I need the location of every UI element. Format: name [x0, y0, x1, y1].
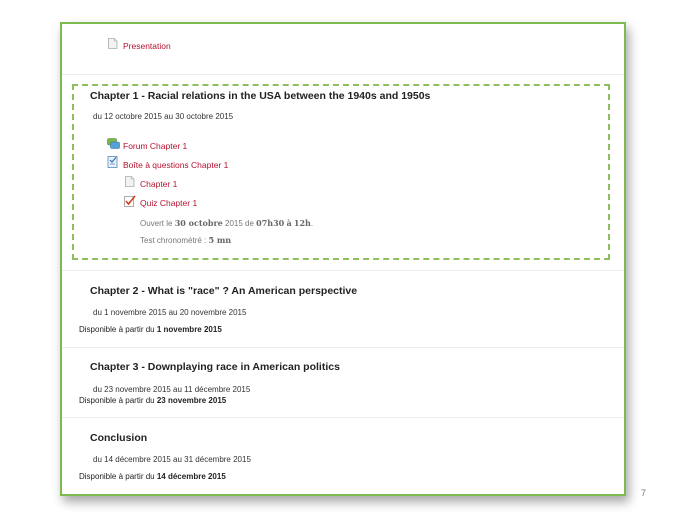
chapter-2-dates: du 1 novembre 2015 au 20 novembre 2015 [93, 308, 247, 317]
questionnaire-icon [107, 156, 118, 168]
chapter-3-dates: du 23 novembre 2015 au 11 décembre 2015 [93, 385, 251, 394]
page-number: 7 [641, 488, 647, 498]
chapter-2-availability: Disponible à partir du 1 novembre 2015 [79, 325, 222, 334]
chapter-1-dates: du 12 octobre 2015 au 30 octobre 2015 [93, 112, 234, 121]
chapter-2-title: Chapter 2 - What is "race" ? An American… [90, 285, 358, 297]
question-box-chapter-1-link[interactable]: Boîte à questions Chapter 1 [123, 160, 228, 170]
chapter-3-title: Chapter 3 - Downplaying race in American… [90, 361, 340, 373]
presentation-link[interactable]: Presentation [123, 41, 171, 51]
chapter-1-title: Chapter 1 - Racial relations in the USA … [90, 90, 431, 102]
chapter-1-document-link[interactable]: Chapter 1 [140, 179, 177, 189]
section-divider [62, 347, 624, 348]
document-icon [125, 176, 135, 187]
conclusion-availability: Disponible à partir du 14 décembre 2015 [79, 472, 226, 481]
forum-icon [107, 138, 120, 149]
chapter-1-section [72, 84, 610, 260]
chapter-3-availability: Disponible à partir du 23 novembre 2015 [79, 396, 227, 405]
quiz-chapter-1-link[interactable]: Quiz Chapter 1 [140, 198, 197, 208]
section-divider [62, 270, 624, 271]
section-divider [62, 74, 624, 75]
document-icon [108, 38, 118, 49]
quiz-icon [124, 195, 136, 207]
forum-chapter-1-link[interactable]: Forum Chapter 1 [123, 141, 187, 151]
conclusion-dates: du 14 décembre 2015 au 31 décembre 2015 [93, 455, 251, 464]
quiz-open-info: Ouvert le 30 octobre 2015 de 07h30 à 12h… [140, 218, 314, 228]
quiz-timer-info: Test chronométré : 5 mn [140, 235, 232, 245]
conclusion-title: Conclusion [90, 432, 148, 444]
section-divider [62, 417, 624, 418]
